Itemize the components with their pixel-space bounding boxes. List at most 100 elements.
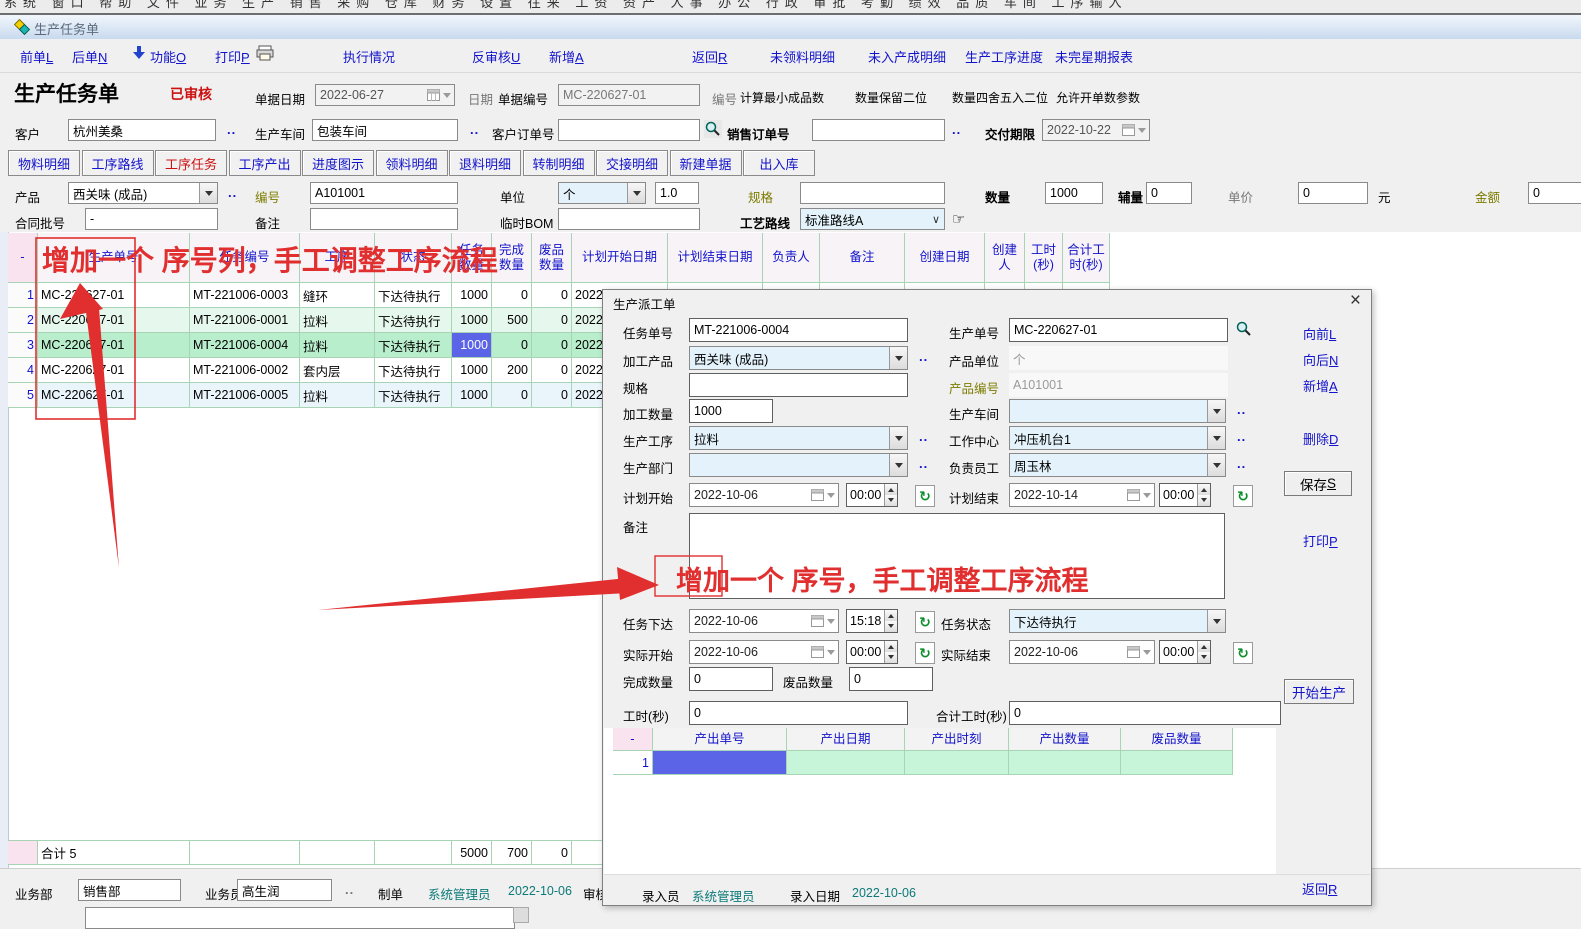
search-icon[interactable]: [704, 120, 722, 138]
biz-dept-field[interactable]: 销售部: [78, 879, 181, 901]
refresh-icon[interactable]: ↻: [1233, 642, 1253, 664]
table-cell[interactable]: 500: [492, 308, 532, 333]
table-cell[interactable]: 0: [492, 333, 532, 358]
remark-field[interactable]: [310, 208, 458, 230]
chevron-down-icon[interactable]: [889, 427, 907, 449]
chevron-down-icon[interactable]: [627, 183, 645, 203]
price-field[interactable]: 0: [1298, 182, 1368, 204]
table-cell[interactable]: 1000: [452, 283, 492, 308]
chevron-down-icon[interactable]: ∨: [928, 209, 944, 229]
unit-combo[interactable]: 个: [558, 182, 646, 204]
status-combo[interactable]: 下达待执行: [1009, 609, 1226, 633]
table-cell[interactable]: 1000: [452, 358, 492, 383]
chevron-down-icon[interactable]: [889, 454, 907, 476]
tab-退料明细[interactable]: 退料明细: [449, 150, 521, 176]
table-cell[interactable]: MT-221006-0002: [190, 358, 300, 383]
table-cell[interactable]: 拉料: [300, 308, 375, 333]
table-cell[interactable]: MT-221006-0004: [190, 333, 300, 358]
toolbar-item-未完星期报表[interactable]: 未完星期报表: [1055, 47, 1133, 66]
tab-出入库[interactable]: 出入库: [743, 150, 815, 176]
process-combo[interactable]: 拉料: [689, 426, 908, 450]
tab-领料明细[interactable]: 领料明细: [376, 150, 448, 176]
toolbar-item-打印P[interactable]: 打印P: [215, 47, 250, 66]
tab-交接明细[interactable]: 交接明细: [596, 150, 668, 176]
table-cell[interactable]: MC-220627-01: [38, 333, 190, 358]
table-cell[interactable]: 1000: [452, 383, 492, 408]
output-table-cell[interactable]: [1121, 751, 1233, 775]
tab-工序产出[interactable]: 工序产出: [229, 150, 301, 176]
work-center-lookup-button[interactable]: ..: [1237, 429, 1246, 444]
plan-start-time[interactable]: 00:00: [846, 483, 898, 507]
table-cell[interactable]: 1000: [452, 333, 492, 358]
output-table-cell[interactable]: 1: [613, 751, 653, 775]
tab-工序任务[interactable]: 工序任务: [155, 150, 227, 176]
biz-person-field[interactable]: 高生润: [237, 879, 332, 901]
table-cell[interactable]: 0: [532, 358, 572, 383]
spinner[interactable]: [884, 484, 897, 506]
unit-factor-field[interactable]: 1.0: [655, 182, 699, 204]
print-link[interactable]: 打印P: [1303, 531, 1338, 550]
plan-end-time[interactable]: 00:00: [1159, 483, 1211, 507]
tab-进度图示[interactable]: 进度图示: [302, 150, 374, 176]
plan-start-date[interactable]: 2022-10-06: [689, 483, 839, 507]
search-icon[interactable]: [1235, 320, 1253, 343]
task-no-field[interactable]: MT-221006-0004: [689, 318, 908, 342]
workshop-lookup-button[interactable]: ..: [1237, 402, 1246, 417]
table-cell[interactable]: 0: [532, 333, 572, 358]
table-cell[interactable]: 0: [492, 383, 532, 408]
output-table-cell[interactable]: [1009, 751, 1121, 775]
output-table-cell[interactable]: [653, 751, 787, 775]
product-code-field[interactable]: A101001: [310, 182, 458, 204]
product-combo[interactable]: 西关味 (成品): [689, 346, 908, 370]
hours-field[interactable]: 0: [689, 701, 908, 725]
deadline-field[interactable]: 2022-10-22: [1042, 119, 1150, 141]
prod-no-field[interactable]: MC-220627-01: [1009, 318, 1228, 342]
doc-no-field[interactable]: MC-220627-01: [558, 84, 700, 106]
batch-field[interactable]: -: [85, 208, 218, 230]
sales-order-field[interactable]: [812, 119, 945, 141]
aux-qty-field[interactable]: 0: [1146, 182, 1192, 204]
table-cell[interactable]: 4: [8, 358, 38, 383]
tab-新建单据[interactable]: 新建单据: [670, 150, 742, 176]
output-table-row[interactable]: 1: [613, 751, 1233, 775]
toolbar-item-反审核U[interactable]: 反审核U: [472, 47, 520, 66]
total-hours-field[interactable]: 0: [1009, 701, 1281, 725]
toolbar-item-功能O[interactable]: 功能O: [150, 47, 186, 66]
tab-工序路线[interactable]: 工序路线: [82, 150, 154, 176]
table-cell[interactable]: 拉料: [300, 383, 375, 408]
table-cell[interactable]: MT-221006-0005: [190, 383, 300, 408]
table-cell[interactable]: 下达待执行: [375, 358, 452, 383]
delete-link[interactable]: 删除D: [1303, 429, 1338, 448]
next-link[interactable]: 向后N: [1303, 350, 1338, 369]
table-cell[interactable]: 拉料: [300, 333, 375, 358]
chevron-down-icon[interactable]: [1207, 454, 1225, 476]
doc-date-field[interactable]: 2022-06-27: [315, 84, 455, 106]
table-cell[interactable]: 下达待执行: [375, 333, 452, 358]
workshop-lookup-button[interactable]: ..: [470, 122, 479, 137]
table-cell[interactable]: MC-220627-01: [38, 308, 190, 333]
output-table-cell[interactable]: [905, 751, 1009, 775]
act-end-date[interactable]: 2022-10-06: [1009, 640, 1155, 664]
prev-link[interactable]: 向前L: [1303, 324, 1336, 343]
partial-bottom-field[interactable]: [85, 907, 515, 929]
biz-person-lookup-button[interactable]: ..: [345, 882, 354, 897]
qty-field[interactable]: 1000: [1045, 182, 1103, 204]
spec-field[interactable]: [800, 182, 945, 204]
toolbar-item-执行情况[interactable]: 执行情况: [343, 47, 395, 66]
toolbar-item-未领料明细[interactable]: 未领料明细: [770, 47, 835, 66]
chevron-down-icon[interactable]: [199, 183, 217, 203]
close-icon[interactable]: ×: [1350, 290, 1361, 312]
tab-物料明细[interactable]: 物料明细: [8, 150, 80, 176]
toolbar-item-前单L[interactable]: 前单L: [20, 47, 53, 66]
toolbar-item-生产工序进度[interactable]: 生产工序进度: [965, 47, 1043, 66]
customer-lookup-button[interactable]: ..: [227, 122, 236, 137]
table-cell[interactable]: MC-220627-01: [38, 383, 190, 408]
table-cell[interactable]: 0: [532, 283, 572, 308]
act-start-date[interactable]: 2022-10-06: [689, 640, 839, 664]
chevron-down-icon[interactable]: [889, 347, 907, 369]
dept-combo[interactable]: [689, 453, 908, 477]
workshop-combo[interactable]: [1009, 399, 1226, 423]
refresh-icon[interactable]: ↻: [1233, 485, 1253, 507]
refresh-icon[interactable]: ↻: [915, 642, 935, 664]
route-combo[interactable]: 标准路线A ∨: [800, 208, 945, 230]
